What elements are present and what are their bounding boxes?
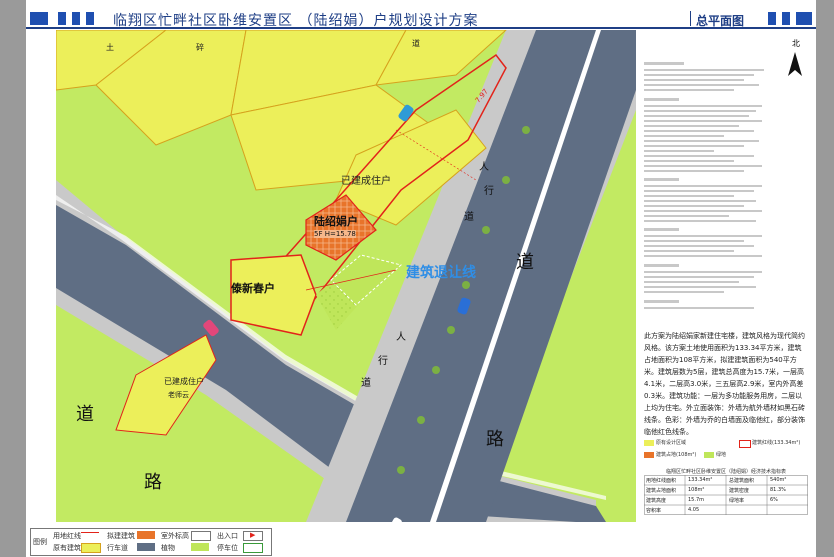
title-divider bbox=[690, 11, 691, 26]
legend-swatch bbox=[137, 531, 155, 539]
title-block-decor bbox=[782, 12, 790, 25]
table-cell: 容积率 bbox=[646, 508, 662, 514]
legend-swatch bbox=[191, 543, 209, 551]
title-block-decor bbox=[72, 12, 80, 25]
table-cell: 建筑密度 bbox=[729, 488, 750, 494]
north-arrow-icon bbox=[788, 52, 802, 76]
legend-swatch bbox=[81, 532, 99, 537]
sidewalk-label: 行 bbox=[378, 356, 388, 367]
legend-label: 出入口 bbox=[217, 532, 238, 540]
key-label: 绿地 bbox=[716, 452, 727, 458]
table-cell: 用地红线面积 bbox=[646, 478, 677, 484]
built-residence-bottom-label: 已建成住户 bbox=[164, 377, 204, 386]
sidewalk-label: 行 bbox=[484, 186, 494, 197]
table-cell: 总建筑面积 bbox=[729, 478, 755, 484]
subject-lot-label: 陆绍娟户 bbox=[314, 215, 358, 228]
legend-swatch bbox=[191, 531, 211, 541]
legend-swatch: ▶ bbox=[243, 531, 263, 541]
built-residence-center-label: 已建成住户 bbox=[341, 176, 391, 187]
title-block-decor bbox=[768, 12, 776, 25]
table-title: 临翔区忙畔社区卧维安置区（陆绍娟）经济技术指标表 bbox=[665, 469, 786, 475]
legend-swatch bbox=[81, 543, 101, 553]
key-label: 建筑占地(108m²) bbox=[656, 452, 697, 458]
key-swatch bbox=[704, 452, 714, 458]
sidewalk-label: 道 bbox=[464, 212, 474, 223]
table-cell: 108m² bbox=[688, 487, 705, 493]
table-cell: 133.34m² bbox=[688, 477, 713, 483]
title-block-decor bbox=[796, 12, 812, 25]
table-cell: 81.3% bbox=[770, 487, 786, 493]
title-underline bbox=[26, 27, 816, 29]
built-residence-bottom-sublabel: 老师云 bbox=[168, 391, 189, 399]
road-label: 路 bbox=[144, 472, 162, 493]
title-block-decor bbox=[58, 12, 66, 25]
legend-label: 行车道 bbox=[107, 544, 128, 552]
legend-swatch bbox=[243, 543, 263, 553]
table-cell: 15.7m bbox=[688, 497, 705, 503]
key-swatch bbox=[644, 452, 654, 458]
sidewalk-label: 人 bbox=[479, 162, 489, 173]
key-label: 原有设计区域 bbox=[656, 440, 687, 446]
design-description: 此方案为陆绍娟家新建住宅楼，建筑风格为现代简约风格。该方案土地使用面积为133.… bbox=[644, 332, 805, 436]
table-cell: 建筑占地面积 bbox=[646, 488, 677, 494]
title-block-decor bbox=[86, 12, 94, 25]
neighbor-lot-label: 傣新春户 bbox=[231, 282, 275, 295]
table-cell: 4.05 bbox=[688, 507, 700, 513]
key-label: 建筑红线(133.34m²) bbox=[752, 440, 801, 446]
road-label: 道 bbox=[516, 252, 534, 273]
lot-top-label: 土 bbox=[106, 43, 114, 52]
legend-label: 停车位 bbox=[217, 544, 238, 552]
north-label: 北 bbox=[792, 39, 800, 48]
road-label: 路 bbox=[486, 429, 504, 450]
key-swatch bbox=[644, 440, 654, 446]
table-cell: 6% bbox=[770, 497, 778, 503]
subject-height-label: 5F H=15.78 bbox=[314, 230, 356, 238]
legend-label: 植物 bbox=[161, 544, 175, 552]
legend-swatch bbox=[137, 543, 155, 551]
site-plan: 7.97 已建成住户 陆绍娟户 5F H=15.78 傣新春户 建筑退让线 已建… bbox=[56, 30, 636, 522]
lot-top-label: 碎 bbox=[196, 43, 204, 52]
site-plan-drawing bbox=[56, 30, 636, 522]
legend-label: 原有建筑 bbox=[53, 544, 81, 552]
sidewalk-label: 人 bbox=[396, 332, 406, 343]
key-swatch bbox=[739, 440, 751, 448]
setback-label: 建筑退让线 bbox=[406, 265, 476, 281]
table-cell: 建筑高度 bbox=[646, 498, 667, 504]
legend-side-label: 图例 bbox=[33, 538, 47, 546]
title-block-decor bbox=[30, 12, 48, 25]
sidewalk-label: 道 bbox=[361, 378, 371, 389]
legend-label: 室外标高 bbox=[161, 532, 189, 540]
drawing-sheet: 临翔区忙畔社区卧维安置区 （陆绍娟）户规划设计方案 总平面图 7.97 已建成住… bbox=[26, 0, 816, 557]
table-cell: 540m² bbox=[770, 477, 787, 483]
notes-panel: 北 此方案为陆绍娟家新建住宅楼，建筑风格为现代简约风格。该方案土地使用面积为13… bbox=[638, 30, 812, 522]
area-key: 原有设计区域 建筑红线(133.34m²) 建筑占地(108m²) 绿地 bbox=[644, 440, 808, 466]
legend: 图例 用地红线 拟建建筑 室外标高 出入口 ▶ 原有建筑 行车道 植物 停车位 bbox=[30, 528, 272, 556]
legend-label: 用地红线 bbox=[53, 532, 81, 540]
lot-top-label: 道 bbox=[412, 39, 420, 48]
table-cell: 绿地率 bbox=[729, 498, 745, 504]
legend-label: 拟建建筑 bbox=[107, 532, 135, 540]
title-bar: 临翔区忙畔社区卧维安置区 （陆绍娟）户规划设计方案 总平面图 bbox=[26, 8, 816, 29]
design-notes-fine-print bbox=[644, 60, 774, 315]
road-label: 道 bbox=[76, 404, 94, 425]
